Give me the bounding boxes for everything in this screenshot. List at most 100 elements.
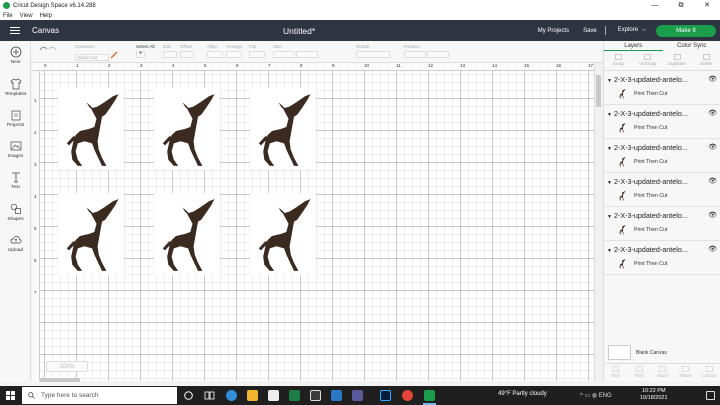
attach-button[interactable]: Attach [651, 364, 674, 381]
menu-view[interactable]: View [20, 13, 33, 19]
align-dropdown[interactable] [207, 51, 223, 58]
layer-name[interactable]: ▼ 2-X-3-updated-antelo... [607, 109, 688, 118]
flatten-button[interactable]: Flatten [674, 364, 697, 381]
menu-file[interactable]: File [3, 13, 13, 19]
arrange-dropdown[interactable] [226, 51, 242, 58]
blank-canvas-row[interactable]: Blank Canvas [608, 345, 667, 360]
nav-projects[interactable]: Projects [0, 109, 31, 128]
tab-color-sync[interactable]: Color Sync [663, 41, 720, 51]
layer-item[interactable]: Print Then Cut [617, 190, 667, 201]
hamburger-menu-icon[interactable] [0, 20, 30, 41]
tab-layers[interactable]: Layers [604, 41, 663, 51]
cortana-icon[interactable] [183, 390, 194, 401]
vertical-scrollbar[interactable] [596, 75, 601, 107]
zoom-level[interactable]: 100% [46, 361, 88, 372]
windows-start-icon[interactable] [6, 391, 15, 400]
edit-dropdown[interactable] [163, 51, 177, 58]
edge-icon[interactable] [226, 390, 237, 401]
flip-dropdown[interactable] [249, 51, 265, 58]
layer-item[interactable]: Print Then Cut [617, 122, 667, 133]
nav-new[interactable]: New [0, 46, 31, 65]
excel-icon[interactable] [289, 390, 300, 401]
eye-icon[interactable]: 👁 [708, 177, 717, 185]
layer-name[interactable]: ▼ 2-X-3-updated-antelo... [607, 211, 688, 220]
contour-button[interactable]: Contour [698, 364, 720, 381]
task-view-icon[interactable] [204, 390, 215, 401]
nav-shapes[interactable]: Shapes [0, 203, 31, 222]
chevron-down-icon[interactable]: ▼ [607, 112, 612, 118]
align-tool[interactable]: Align [207, 44, 223, 59]
antelope-image[interactable] [154, 193, 220, 275]
layer-group[interactable]: ▼ 2-X-3-updated-antelo... 👁 Print Then Cut [604, 242, 720, 275]
offset-tool[interactable]: Offset [180, 44, 194, 59]
chrome-icon[interactable] [402, 390, 413, 401]
layer-item[interactable]: Print Then Cut [617, 258, 667, 269]
operation-select[interactable]: Basic Cut [75, 54, 109, 61]
eye-icon[interactable]: 👁 [708, 143, 717, 151]
file-explorer-icon[interactable] [247, 390, 258, 401]
eye-icon[interactable]: 👁 [708, 245, 717, 253]
photoshop-icon[interactable] [380, 390, 391, 401]
layer-name[interactable]: ▼ 2-X-3-updated-antelo... [607, 177, 688, 186]
app-icon-5[interactable] [310, 390, 321, 401]
position-x-input[interactable] [404, 51, 426, 58]
layer-name[interactable]: ▼ 2-X-3-updated-antelo... [607, 75, 688, 84]
antelope-image[interactable] [250, 88, 316, 170]
eye-icon[interactable]: 👁 [708, 109, 717, 117]
nav-images[interactable]: Images [0, 140, 31, 159]
antelope-image[interactable] [58, 193, 124, 275]
layer-item[interactable]: Print Then Cut [617, 156, 667, 167]
close-button[interactable]: ✕ [694, 0, 720, 11]
layer-group[interactable]: ▼ 2-X-3-updated-antelo... 👁 Print Then Cut [604, 106, 720, 139]
chevron-down-icon[interactable]: ▼ [607, 146, 612, 152]
group-button[interactable]: Group [604, 51, 633, 70]
chevron-down-icon[interactable]: ▼ [607, 214, 612, 220]
layer-item[interactable]: Print Then Cut [617, 88, 667, 99]
delete-button[interactable]: Delete [692, 51, 720, 70]
antelope-image[interactable] [250, 193, 316, 275]
nav-upload[interactable]: Upload [0, 234, 31, 253]
position-y-input[interactable] [427, 51, 450, 58]
layer-group[interactable]: ▼ 2-X-3-updated-antelo... 👁 Print Then Cut [604, 208, 720, 241]
taskbar-clock[interactable]: 10:22 PM 10/18/2021 [640, 388, 668, 402]
size-width-input[interactable] [273, 51, 295, 58]
arrange-tool[interactable]: Arrange [226, 44, 242, 59]
layer-name[interactable]: ▼ 2-X-3-updated-antelo... [607, 245, 688, 254]
explore-dropdown[interactable]: Explore ⌵ [618, 27, 646, 34]
operation-tool[interactable]: Operation Basic Cut [75, 44, 118, 61]
eye-icon[interactable]: 👁 [708, 75, 717, 83]
save-button[interactable]: Save [583, 28, 597, 34]
horizontal-scrollbar[interactable] [40, 378, 80, 382]
eye-icon[interactable]: 👁 [708, 211, 717, 219]
make-it-button[interactable]: Make It [656, 24, 716, 37]
my-projects-link[interactable]: My Projects [538, 28, 569, 34]
minimize-button[interactable]: — [642, 0, 668, 11]
chevron-down-icon[interactable]: ▼ [607, 248, 612, 254]
store-icon[interactable] [268, 390, 279, 401]
flip-tool[interactable]: Flip [249, 44, 265, 59]
maximize-button[interactable]: ⧉ [668, 0, 694, 11]
edit-tool[interactable]: Edit [163, 44, 177, 59]
duplicate-button[interactable]: Duplicate [663, 51, 692, 70]
cricut-taskbar-icon[interactable] [424, 390, 435, 401]
pen-color-icon[interactable] [110, 51, 118, 59]
menu-help[interactable]: Help [40, 13, 52, 19]
rotate-tool[interactable]: Rotate [356, 44, 390, 59]
ungroup-button[interactable]: UnGroup [633, 51, 662, 70]
layer-item[interactable]: Print Then Cut [617, 224, 667, 235]
blank-canvas-swatch[interactable] [608, 345, 631, 360]
app-icon-7[interactable] [352, 390, 363, 401]
slice-button[interactable]: Slice [604, 364, 627, 381]
nav-text[interactable]: Text [0, 171, 31, 190]
system-tray[interactable]: ^ ▭ ◍ ENG [580, 392, 612, 399]
mail-icon[interactable] [331, 390, 342, 401]
antelope-image[interactable] [58, 88, 124, 170]
rotate-input[interactable] [356, 51, 390, 58]
select-all-icon[interactable]: + [136, 51, 145, 58]
weld-button[interactable]: Weld [627, 364, 650, 381]
chevron-down-icon[interactable]: ▼ [607, 78, 612, 84]
notification-icon[interactable] [706, 391, 715, 400]
layer-group[interactable]: ▼ 2-X-3-updated-antelo... 👁 Print Then Cut [604, 72, 720, 105]
select-all-tool[interactable]: Select All + [136, 44, 155, 58]
position-tool[interactable]: Position [404, 44, 450, 59]
